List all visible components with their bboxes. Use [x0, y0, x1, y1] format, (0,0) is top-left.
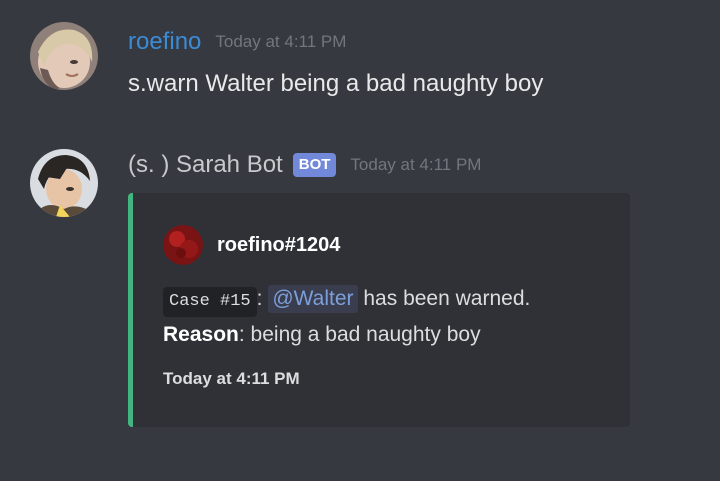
reason-text: being a bad naughty boy — [250, 323, 481, 346]
user-mention[interactable]: @Walter — [268, 285, 358, 313]
timestamp: Today at 4:11 PM — [215, 32, 347, 51]
red-circle-avatar-icon — [163, 225, 203, 265]
message-header: (s. ) Sarah Bot BOT Today at 4:11 PM — [128, 151, 481, 179]
warn-embed: roefino#1204 Case #15: @Walter has been … — [128, 193, 630, 427]
reason-line: Reason: being a bad naughty boy — [163, 317, 530, 353]
timestamp: Today at 4:11 PM — [350, 155, 482, 174]
message-header: roefino Today at 4:11 PM — [128, 28, 346, 56]
embed-footer: Today at 4:11 PM — [163, 369, 300, 388]
anime-character-avatar-icon — [30, 149, 98, 217]
embed-author-name[interactable]: roefino#1204 — [217, 234, 340, 257]
message-content: s.warn Walter being a bad naughty boy — [128, 70, 544, 97]
bot-avatar[interactable] — [30, 149, 98, 217]
user-avatar[interactable] — [30, 22, 98, 90]
chat-messages: roefino Today at 4:11 PM s.warn Walter b… — [0, 0, 720, 481]
case-line: Case #15: @Walter has been warned. — [163, 281, 530, 317]
message-sarah-bot: (s. ) Sarah Bot BOT Today at 4:11 PM roe… — [0, 145, 720, 445]
message-roefino: roefino Today at 4:11 PM s.warn Walter b… — [0, 18, 720, 118]
reason-separator: : — [238, 323, 245, 346]
warn-text: has been warned. — [363, 287, 531, 310]
anime-character-avatar-icon — [30, 22, 98, 90]
embed-description: Case #15: @Walter has been warned. Reaso… — [163, 281, 530, 353]
embed-author: roefino#1204 — [163, 225, 340, 265]
username[interactable]: roefino — [128, 28, 201, 56]
reason-label: Reason — [163, 323, 239, 346]
username[interactable]: (s. ) Sarah Bot — [128, 151, 283, 179]
case-code: Case #15 — [163, 287, 257, 317]
case-separator: : — [256, 287, 263, 310]
bot-badge: BOT — [292, 153, 337, 177]
